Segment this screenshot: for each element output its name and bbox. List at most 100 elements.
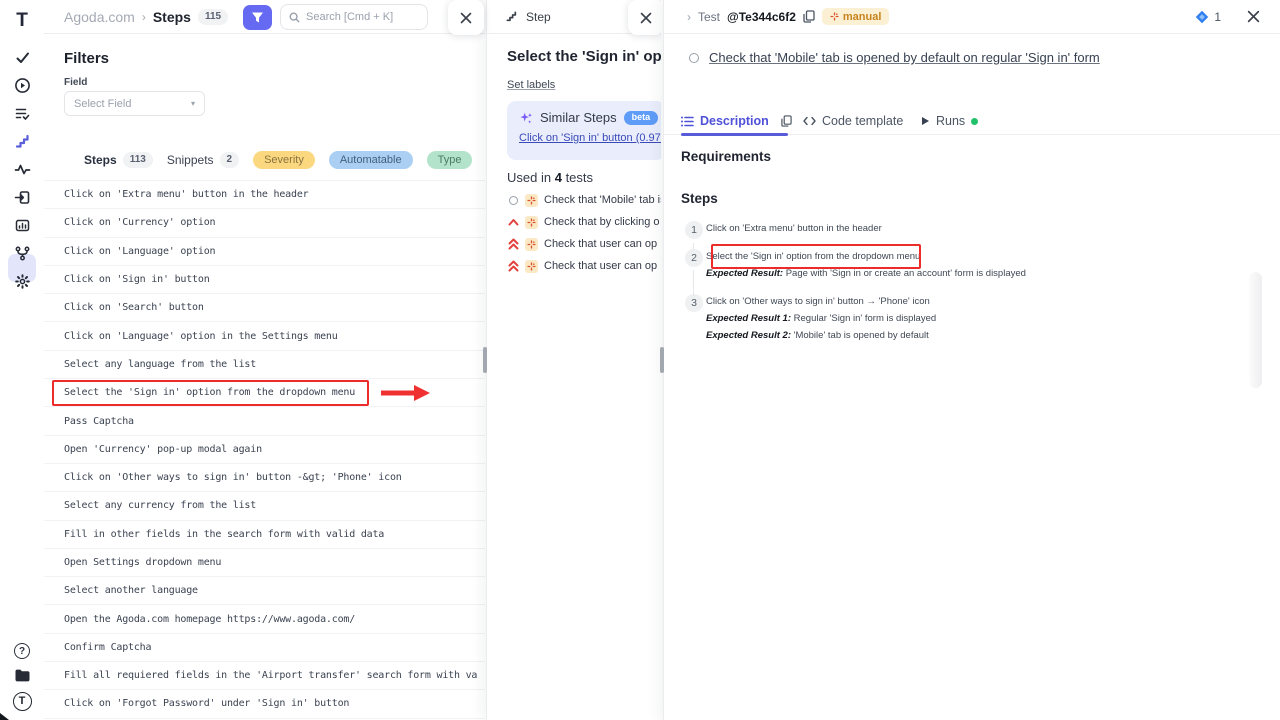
test-list-item[interactable]: Check that 'Mobile' tab is opened by def… [507,189,661,211]
step-row-text: Select any currency from the list [64,500,256,511]
step-row[interactable]: Fill in other fields in the search form … [44,521,485,549]
search-input[interactable] [306,11,416,23]
breadcrumb-project[interactable]: Agoda.com [64,9,135,25]
expected-result-2: Expected Result 2: 'Mobile' tab is opene… [706,330,1260,343]
step-row-text: Select the 'Sign in' option from the dro… [64,387,355,398]
step-row[interactable]: Fill all requiered fields in the 'Airpor… [44,662,485,690]
tab-steps-count: 113 [123,152,153,168]
tab-runs-label: Runs [936,114,965,128]
tab-snippets-label: Snippets [167,153,214,167]
tab-runs[interactable]: Runs [921,107,978,135]
step-row[interactable]: Click on 'Other ways to sign in' button … [44,464,485,492]
manual-spark-icon [830,12,839,21]
step-detail-panel: Step Select the 'Sign in' option from th… [486,0,661,720]
step-row[interactable]: Select another language [44,577,485,605]
gear-icon [14,273,31,290]
step-text: Click on 'Other ways to sign in' button … [706,296,930,307]
expected-result-label: Expected Result 1: [706,313,791,324]
step-row[interactable]: Select any language from the list [44,351,485,379]
steps-count-badge: 115 [198,9,228,25]
runs-status-dot [971,118,978,125]
active-tab-underline [681,133,788,136]
sidebar-item-steps-active[interactable] [0,127,44,155]
step-row[interactable]: Pass Captcha [44,407,485,435]
step-row[interactable]: Click on 'Language' option [44,238,485,266]
badge-type[interactable]: Type [427,151,473,169]
step-row[interactable]: Click on 'Search' button [44,294,485,322]
tab-steps-label: Steps [84,153,117,167]
gem-counter[interactable]: 1 [1195,10,1221,24]
step-row[interactable]: Confirm Captcha [44,634,485,662]
step-row[interactable]: Click on 'Extra menu' button in the head… [44,181,485,209]
expected-result-text: 'Mobile' tab is opened by default [794,330,929,341]
set-labels-link[interactable]: Set labels [507,79,555,91]
step-panel-header: Step [505,0,551,33]
tab-steps[interactable]: Steps 113 [84,152,153,168]
search-box[interactable] [280,4,428,30]
close-step-panel-card[interactable] [628,0,661,35]
similar-step-link[interactable]: Click on 'Sign in' button (0.9715 [519,132,661,144]
step-row[interactable]: Click on 'Currency' option [44,209,485,237]
scrollbar-hint[interactable] [1249,272,1262,388]
list-toolbar: Steps 113 Snippets 2 Severity Automatabl… [44,146,485,173]
manual-spark-icon [525,216,538,229]
step-row[interactable]: Select any currency from the list [44,492,485,520]
sidebar-item-activity-icon[interactable] [0,155,44,183]
badge-severity[interactable]: Severity [253,151,315,169]
test-type-label: Test [698,10,720,24]
app-logo[interactable]: T [0,6,44,34]
sidebar-item-settings-icon[interactable] [0,267,44,295]
steps-stairs-icon [505,10,518,23]
sidebar-item-import-icon[interactable] [0,183,44,211]
field-select[interactable]: Select Field ▾ [64,91,205,116]
step-row-text: Fill all requiered fields in the 'Airpor… [64,670,477,681]
step-row-highlighted[interactable]: Select the 'Sign in' option from the dro… [44,379,485,407]
priority-normal-icon [688,53,700,63]
steps-heading: Steps [681,191,718,206]
sparkles-icon [519,111,533,125]
step-row[interactable]: Open the Agoda.com homepage https://www.… [44,605,485,633]
header-divider [44,33,485,34]
panel-resize-handle[interactable] [483,347,487,373]
test-title-link[interactable]: Check that 'Mobile' tab is opened by def… [709,50,1100,65]
panel-resize-handle[interactable] [660,347,664,373]
sidebar-item-projects[interactable] [0,661,44,689]
manual-spark-icon [525,238,538,251]
used-in-suffix: tests [566,170,593,185]
copy-test-id-button[interactable] [803,10,815,23]
test-list-item[interactable]: Check that user can op [507,255,661,277]
copy-description-icon[interactable] [781,115,792,127]
step-row[interactable]: Click on 'Language' option in the Settin… [44,322,485,350]
step-row-text: Select another language [64,585,198,596]
step-row[interactable]: Click on 'Sign in' button [44,266,485,294]
tab-description[interactable]: Description [681,107,792,135]
badge-automatable[interactable]: Automatable [329,151,413,169]
step-number: 3 [685,294,703,312]
tab-snippets[interactable]: Snippets 2 [167,152,239,168]
breadcrumb: Agoda.com › Steps 115 [64,0,228,33]
expected-result-text: Page with 'Sign in or create an account'… [786,268,1026,279]
expected-result-label: Expected Result 2: [706,330,791,341]
expected-result-1: Expected Result 1: Regular 'Sign in' for… [706,313,1260,326]
test-list-item[interactable]: Check that by clicking o [507,211,661,233]
field-label: Field [64,77,87,88]
sidebar-item-runs-play-icon[interactable] [0,71,44,99]
close-icon [460,12,472,24]
gem-icon [1195,10,1209,24]
step-row-text: Click on 'Search' button [64,302,204,313]
help-icon: ? [14,643,30,659]
chevron-right-icon: › [687,10,691,24]
close-icon[interactable] [1247,10,1260,23]
close-steps-panel-card[interactable] [448,0,484,35]
filter-button[interactable] [243,5,272,30]
sidebar-item-tests-check-icon[interactable] [0,43,44,71]
step-row[interactable]: Open Settings dropdown menu [44,549,485,577]
sidebar-item-testplans-icon[interactable] [0,99,44,127]
step-row[interactable]: Open 'Currency' pop-up modal again [44,436,485,464]
sidebar-item-branches-icon[interactable] [0,239,44,267]
sidebar-item-account[interactable]: T [0,687,44,715]
tab-code-template[interactable]: Code template [803,107,903,135]
test-list-item[interactable]: Check that user can op [507,233,661,255]
step-row[interactable]: Click on 'Forgot Password' under 'Sign i… [44,690,485,718]
sidebar-item-reports-icon[interactable] [0,211,44,239]
